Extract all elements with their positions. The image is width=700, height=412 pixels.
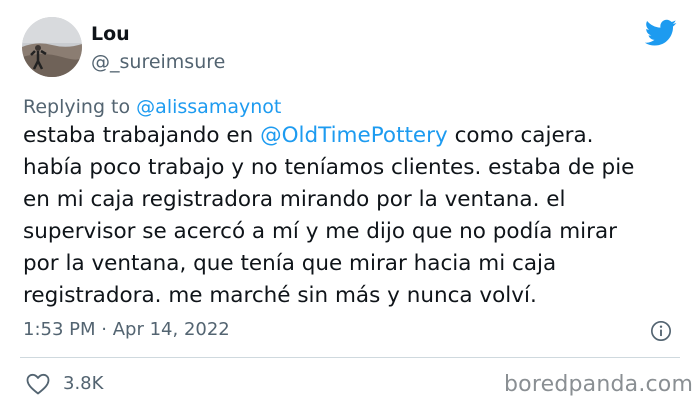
avatar-photo (22, 17, 82, 77)
replying-prefix: Replying to (23, 96, 131, 118)
replying-to: Replying to @alissamaynot (23, 96, 281, 118)
tweet-date: Apr 14, 2022 (112, 319, 230, 340)
heart-icon[interactable] (26, 373, 50, 395)
reply-to-handle[interactable]: @alissamaynot (136, 96, 281, 118)
tweet-timestamp[interactable]: 1:53 PM · Apr 14, 2022 (23, 319, 230, 340)
twitter-bird-icon[interactable] (645, 19, 677, 47)
tweet-time: 1:53 PM (23, 319, 96, 340)
mention-link[interactable]: @OldTimePottery (260, 123, 448, 148)
info-icon[interactable] (650, 320, 672, 342)
avatar[interactable] (22, 17, 82, 77)
tweet-text: estaba trabajando en @OldTimePottery com… (23, 120, 688, 312)
tweet-text-rest: como cajera. había poco trabajo y no ten… (23, 123, 635, 308)
user-handle[interactable]: @_sureimsure (91, 51, 225, 73)
like-count: 3.8K (63, 373, 104, 394)
divider (20, 357, 680, 358)
watermark: boredpanda.com (504, 372, 694, 397)
tweet-card: Lou @_sureimsure Replying to @alissamayn… (0, 0, 700, 412)
tweet-text-start: estaba trabajando en (23, 123, 261, 148)
timestamp-separator: · (101, 319, 107, 340)
display-name[interactable]: Lou (91, 23, 130, 45)
